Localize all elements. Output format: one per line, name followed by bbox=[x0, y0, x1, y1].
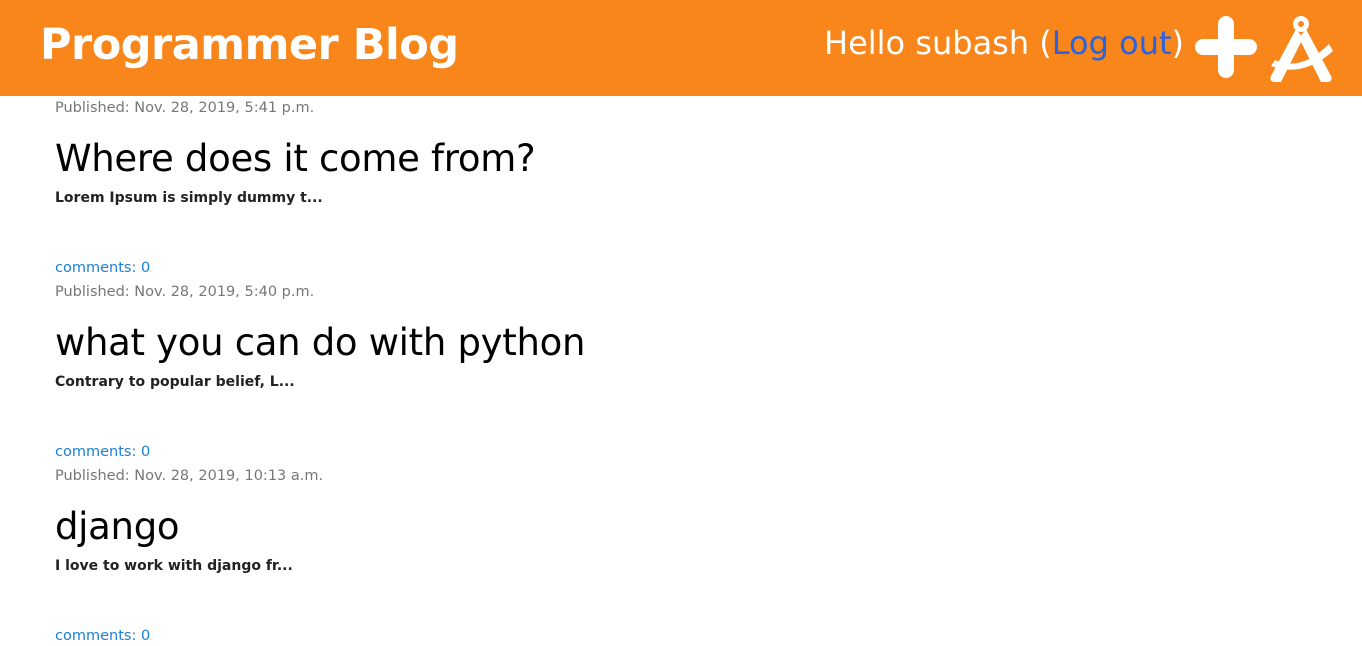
post-published-date: Published: Nov. 28, 2019, 5:41 p.m. bbox=[55, 100, 315, 116]
new-post-button[interactable] bbox=[1194, 14, 1258, 80]
page-header: Programmer Blog Hello subash (Log out) bbox=[0, 0, 1362, 96]
post-comments-link[interactable]: comments: 0 bbox=[55, 626, 150, 646]
post-excerpt: I love to work with django fr... bbox=[55, 558, 293, 574]
post-excerpt: Contrary to popular belief, L... bbox=[55, 374, 295, 390]
post-item: Published: Nov. 28, 2019, 5:41 p.m. Wher… bbox=[55, 98, 1305, 208]
post-title[interactable]: django bbox=[55, 503, 1305, 551]
post-item: Published: Nov. 28, 2019, 5:40 p.m. what… bbox=[55, 282, 1305, 392]
compass-icon bbox=[1270, 16, 1333, 82]
open-paren: ( bbox=[1039, 24, 1052, 62]
post-item: Published: Nov. 28, 2019, 10:13 a.m. dja… bbox=[55, 466, 1305, 576]
logout-link[interactable]: Log out bbox=[1052, 24, 1172, 62]
post-excerpt: Lorem Ipsum is simply dummy t... bbox=[55, 190, 323, 206]
post-published-date: Published: Nov. 28, 2019, 5:40 p.m. bbox=[55, 284, 315, 300]
close-paren: ) bbox=[1171, 24, 1184, 62]
post-published-date: Published: Nov. 28, 2019, 10:13 a.m. bbox=[55, 468, 324, 484]
user-menu: Hello subash (Log out) bbox=[824, 22, 1184, 64]
post-comments-link[interactable]: comments: 0 bbox=[55, 442, 150, 462]
site-title[interactable]: Programmer Blog bbox=[40, 17, 459, 73]
drafts-button[interactable] bbox=[1265, 14, 1337, 86]
post-title[interactable]: Where does it come from? bbox=[55, 135, 1305, 183]
greeting-text: Hello subash bbox=[824, 24, 1030, 62]
plus-icon bbox=[1195, 16, 1257, 78]
post-comments-link[interactable]: comments: 0 bbox=[55, 258, 150, 278]
post-title[interactable]: what you can do with python bbox=[55, 319, 1305, 367]
